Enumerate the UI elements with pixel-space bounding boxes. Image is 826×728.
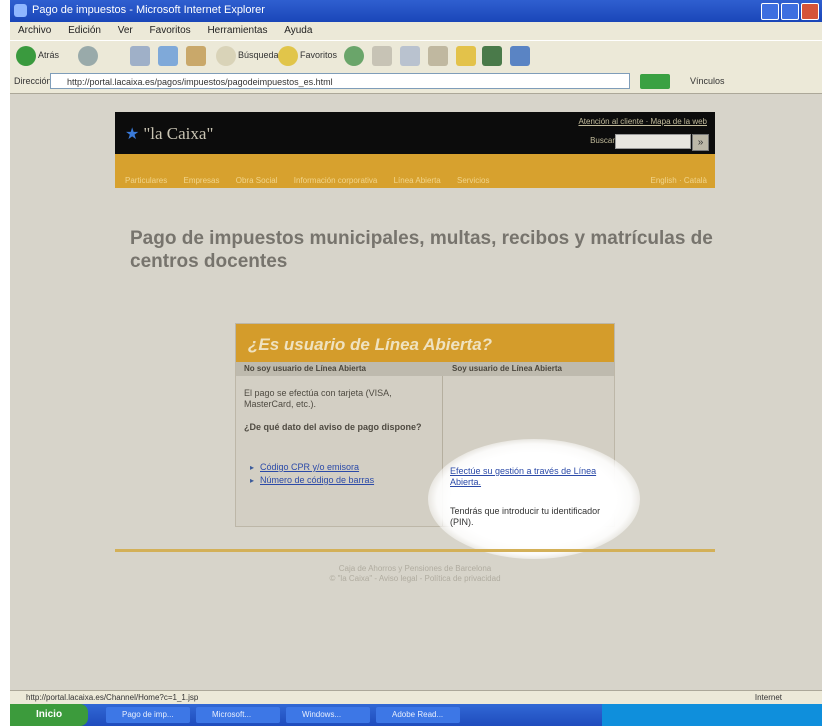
address-bar: Dirección http://portal.lacaixa.es/pagos…: [10, 71, 822, 94]
search-label[interactable]: Búsqueda: [238, 50, 279, 60]
internet-explorer-icon: [14, 4, 27, 17]
home-icon[interactable]: [186, 46, 206, 66]
site-header: ★ "la Caixa" Atención al cliente · Mapa d…: [115, 112, 715, 154]
page-viewport: ★ "la Caixa" Atención al cliente · Mapa d…: [10, 94, 822, 690]
card-title: ¿Es usuario de Línea Abierta?: [248, 335, 493, 354]
start-button[interactable]: Inicio: [10, 704, 88, 726]
menu-help[interactable]: Ayuda: [284, 25, 312, 36]
status-bar: http://portal.lacaixa.es/Channel/Home?c=…: [10, 690, 822, 705]
forward-arrow-icon[interactable]: [78, 46, 98, 66]
menu-edit[interactable]: Edición: [68, 25, 101, 36]
header-links[interactable]: Atención al cliente · Mapa de la web: [578, 117, 707, 126]
address-input[interactable]: http://portal.lacaixa.es/pagos/impuestos…: [50, 73, 630, 89]
lacaixa-logo[interactable]: ★ "la Caixa": [125, 124, 213, 144]
taskbar-item[interactable]: Pago de imp...: [106, 707, 190, 723]
system-tray: [602, 704, 822, 726]
search-label: Buscar: [590, 136, 615, 145]
taskbar-item[interactable]: Microsoft...: [196, 707, 280, 723]
links-label[interactable]: Vínculos: [690, 76, 725, 86]
favorites-star-icon[interactable]: [278, 46, 298, 66]
barcode-link[interactable]: Número de código de barras: [260, 475, 430, 486]
edit-icon[interactable]: [428, 46, 448, 66]
non-user-column: El pago se efectúa con tarjeta (VISA, Ma…: [236, 376, 441, 526]
history-icon[interactable]: [344, 46, 364, 66]
desktop: Pago de impuestos - Microsoft Internet E…: [10, 0, 822, 726]
card-header: ¿Es usuario de Línea Abierta?: [236, 324, 614, 362]
menu-file[interactable]: Archivo: [18, 25, 51, 36]
nav-item-servicios[interactable]: Servicios: [457, 176, 489, 185]
user-column-content: Efectúe su gestión a través de Línea Abi…: [450, 466, 620, 528]
menu-tools[interactable]: Herramientas: [207, 25, 267, 36]
user-header: Soy usuario de Línea Abierta: [452, 364, 562, 373]
security-zone: Internet: [754, 693, 782, 702]
mail-icon[interactable]: [372, 46, 392, 66]
site-search-input[interactable]: [615, 134, 691, 149]
back-label[interactable]: Atrás: [38, 50, 59, 60]
close-button[interactable]: [801, 3, 819, 20]
folder-icon[interactable]: [456, 46, 476, 66]
window-title: Pago de impuestos - Microsoft Internet E…: [32, 4, 265, 16]
non-user-header: No soy usuario de Línea Abierta: [244, 364, 366, 373]
pin-instruction: Tendrás que introducir tu identificador …: [450, 506, 601, 527]
title-bar: Pago de impuestos - Microsoft Internet E…: [10, 0, 822, 22]
page-title: Pago de impuestos municipales, multas, r…: [130, 228, 713, 272]
taskbar: Inicio Pago de imp... Microsoft... Windo…: [10, 704, 822, 726]
taskbar-item[interactable]: Adobe Read...: [376, 707, 460, 723]
messenger-icon[interactable]: [482, 46, 502, 66]
language-links[interactable]: English · Català: [651, 176, 707, 185]
nav-item-empresas[interactable]: Empresas: [183, 176, 219, 185]
go-button[interactable]: [640, 74, 670, 89]
footer-line-1: Caja de Ahorros y Pensiones de Barcelona: [338, 564, 492, 573]
nav-item-particulares[interactable]: Particulares: [125, 176, 167, 185]
search-go-button[interactable]: »: [692, 134, 709, 151]
bullet-icon: ▸: [250, 476, 255, 485]
cpr-code-link[interactable]: Código CPR y/o emisora: [260, 462, 430, 473]
minimize-button[interactable]: [761, 3, 779, 20]
menu-view[interactable]: Ver: [118, 25, 133, 36]
address-label: Dirección: [14, 76, 52, 86]
nav-item-obra-social[interactable]: Obra Social: [236, 176, 278, 185]
logo-text: "la Caixa": [143, 124, 214, 143]
stop-icon[interactable]: [130, 46, 150, 66]
menu-bar: Archivo Edición Ver Favoritos Herramient…: [10, 22, 822, 40]
star-icon: ★: [125, 126, 140, 143]
media-icon[interactable]: [510, 46, 530, 66]
card-column-headers: No soy usuario de Línea Abierta Soy usua…: [236, 362, 614, 376]
taskbar-item[interactable]: Windows...: [286, 707, 370, 723]
main-nav: Particulares Empresas Obra Social Inform…: [115, 154, 715, 188]
toolbar: Atrás Búsqueda Favoritos: [10, 40, 822, 72]
card-question: ¿De qué dato del aviso de pago dispone?: [244, 422, 422, 432]
favorites-label[interactable]: Favoritos: [300, 50, 337, 60]
status-text: http://portal.lacaixa.es/Channel/Home?c=…: [26, 693, 199, 702]
nav-item-linea-abierta[interactable]: Línea Abierta: [394, 176, 441, 185]
bullet-icon: ▸: [250, 463, 255, 472]
footer-divider: [115, 549, 715, 552]
window-controls: [761, 3, 819, 20]
menu-favorites[interactable]: Favoritos: [150, 25, 191, 36]
nav-items: Particulares Empresas Obra Social Inform…: [125, 176, 503, 185]
nav-item-corporativa[interactable]: Información corporativa: [294, 176, 378, 185]
print-icon[interactable]: [400, 46, 420, 66]
search-icon[interactable]: [216, 46, 236, 66]
back-arrow-icon[interactable]: [16, 46, 36, 66]
linea-abierta-link[interactable]: Efectúe su gestión a través de Línea Abi…: [450, 466, 620, 488]
refresh-icon[interactable]: [158, 46, 178, 66]
maximize-button[interactable]: [781, 3, 799, 20]
card-payment-text: El pago se efectúa con tarjeta (VISA, Ma…: [244, 388, 392, 409]
footer-line-2[interactable]: © "la Caixa" - Aviso legal - Política de…: [190, 574, 640, 584]
footer: Caja de Ahorros y Pensiones de Barcelona…: [190, 564, 640, 584]
